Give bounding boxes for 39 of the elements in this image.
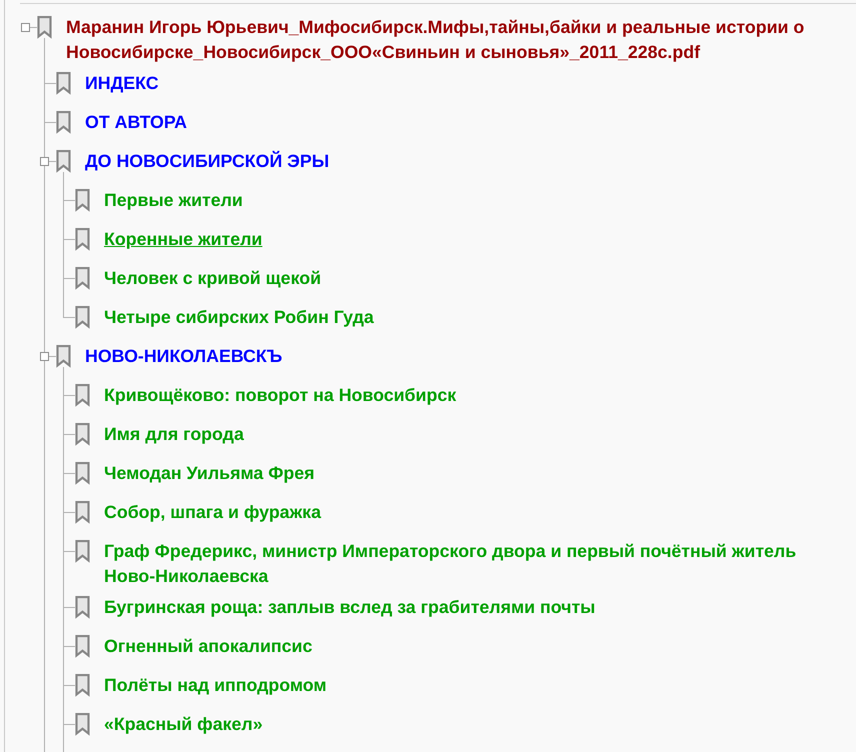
bookmark-icon bbox=[75, 384, 90, 406]
bookmark-link[interactable]: Чемодан Уильяма Фрея bbox=[104, 461, 315, 486]
bookmark-icon bbox=[75, 596, 90, 618]
bookmark-link[interactable]: Маранин Игорь Юрьевич_Мифосибирск.Мифы,тайны,байки и реальные истории о Новосибирске_Новосибирск_ООО«Свиньин и сыновья»_2011_228с.pdf bbox=[66, 15, 834, 64]
bookmark-link[interactable]: «Красный факел» bbox=[104, 712, 263, 736]
tree-toggle-icon[interactable] bbox=[40, 352, 49, 361]
bookmark-icon bbox=[56, 344, 71, 368]
bookmark-icon bbox=[75, 266, 90, 290]
bookmark-icon bbox=[75, 228, 90, 250]
bookmark-link[interactable]: Бугринская роща: заплыв вслед за грабителями почты bbox=[104, 595, 596, 620]
bookmark-icon bbox=[75, 634, 90, 658]
bookmark-link[interactable]: ДО НОВОСИБИРСКОЙ ЭРЫ bbox=[85, 149, 330, 174]
bookmark-link[interactable]: Человек с кривой щекой bbox=[104, 266, 322, 290]
bookmark-icon bbox=[75, 462, 90, 484]
bookmark-link[interactable]: Имя для города bbox=[104, 422, 244, 446]
bookmark-icon bbox=[56, 72, 71, 94]
bookmark-icon bbox=[75, 540, 90, 562]
bookmark-link[interactable]: Кривощёково: поворот на Новосибирск bbox=[104, 383, 456, 408]
bookmark-icon bbox=[56, 150, 71, 172]
tree-toggle-icon[interactable] bbox=[21, 23, 30, 32]
bookmark-icon bbox=[75, 712, 90, 736]
bookmark-link[interactable]: НОВО-НИКОЛАЕВСКЪ bbox=[85, 344, 282, 368]
bookmark-link[interactable]: Коренные жители bbox=[104, 227, 262, 252]
bookmark-icon bbox=[75, 674, 90, 696]
bookmark-icon bbox=[75, 306, 90, 328]
bookmark-link[interactable]: Огненный апокалипсис bbox=[104, 634, 312, 658]
tree-toggle-icon[interactable] bbox=[40, 157, 49, 166]
bookmark-link[interactable]: Первые жители bbox=[104, 188, 243, 212]
bookmark-link[interactable]: Граф Фредерикс, министр Императорского двора и первый почётный житель Ново-Николаевска bbox=[104, 539, 834, 588]
bookmark-link[interactable]: ОТ АВТОРА bbox=[85, 110, 188, 134]
bookmark-link[interactable]: Четыре сибирских Робин Гуда bbox=[104, 305, 374, 330]
bookmark-icon bbox=[75, 500, 90, 524]
bookmark-icon bbox=[56, 110, 71, 134]
bookmark-link[interactable]: Полёты над ипподромом bbox=[104, 673, 327, 698]
bookmark-icon bbox=[75, 422, 90, 446]
bookmark-icon bbox=[75, 188, 90, 212]
bookmark-link[interactable]: ИНДЕКС bbox=[85, 71, 159, 96]
bookmark-icon bbox=[37, 16, 52, 38]
bookmark-link[interactable]: Собор, шпага и фуражка bbox=[104, 500, 321, 524]
